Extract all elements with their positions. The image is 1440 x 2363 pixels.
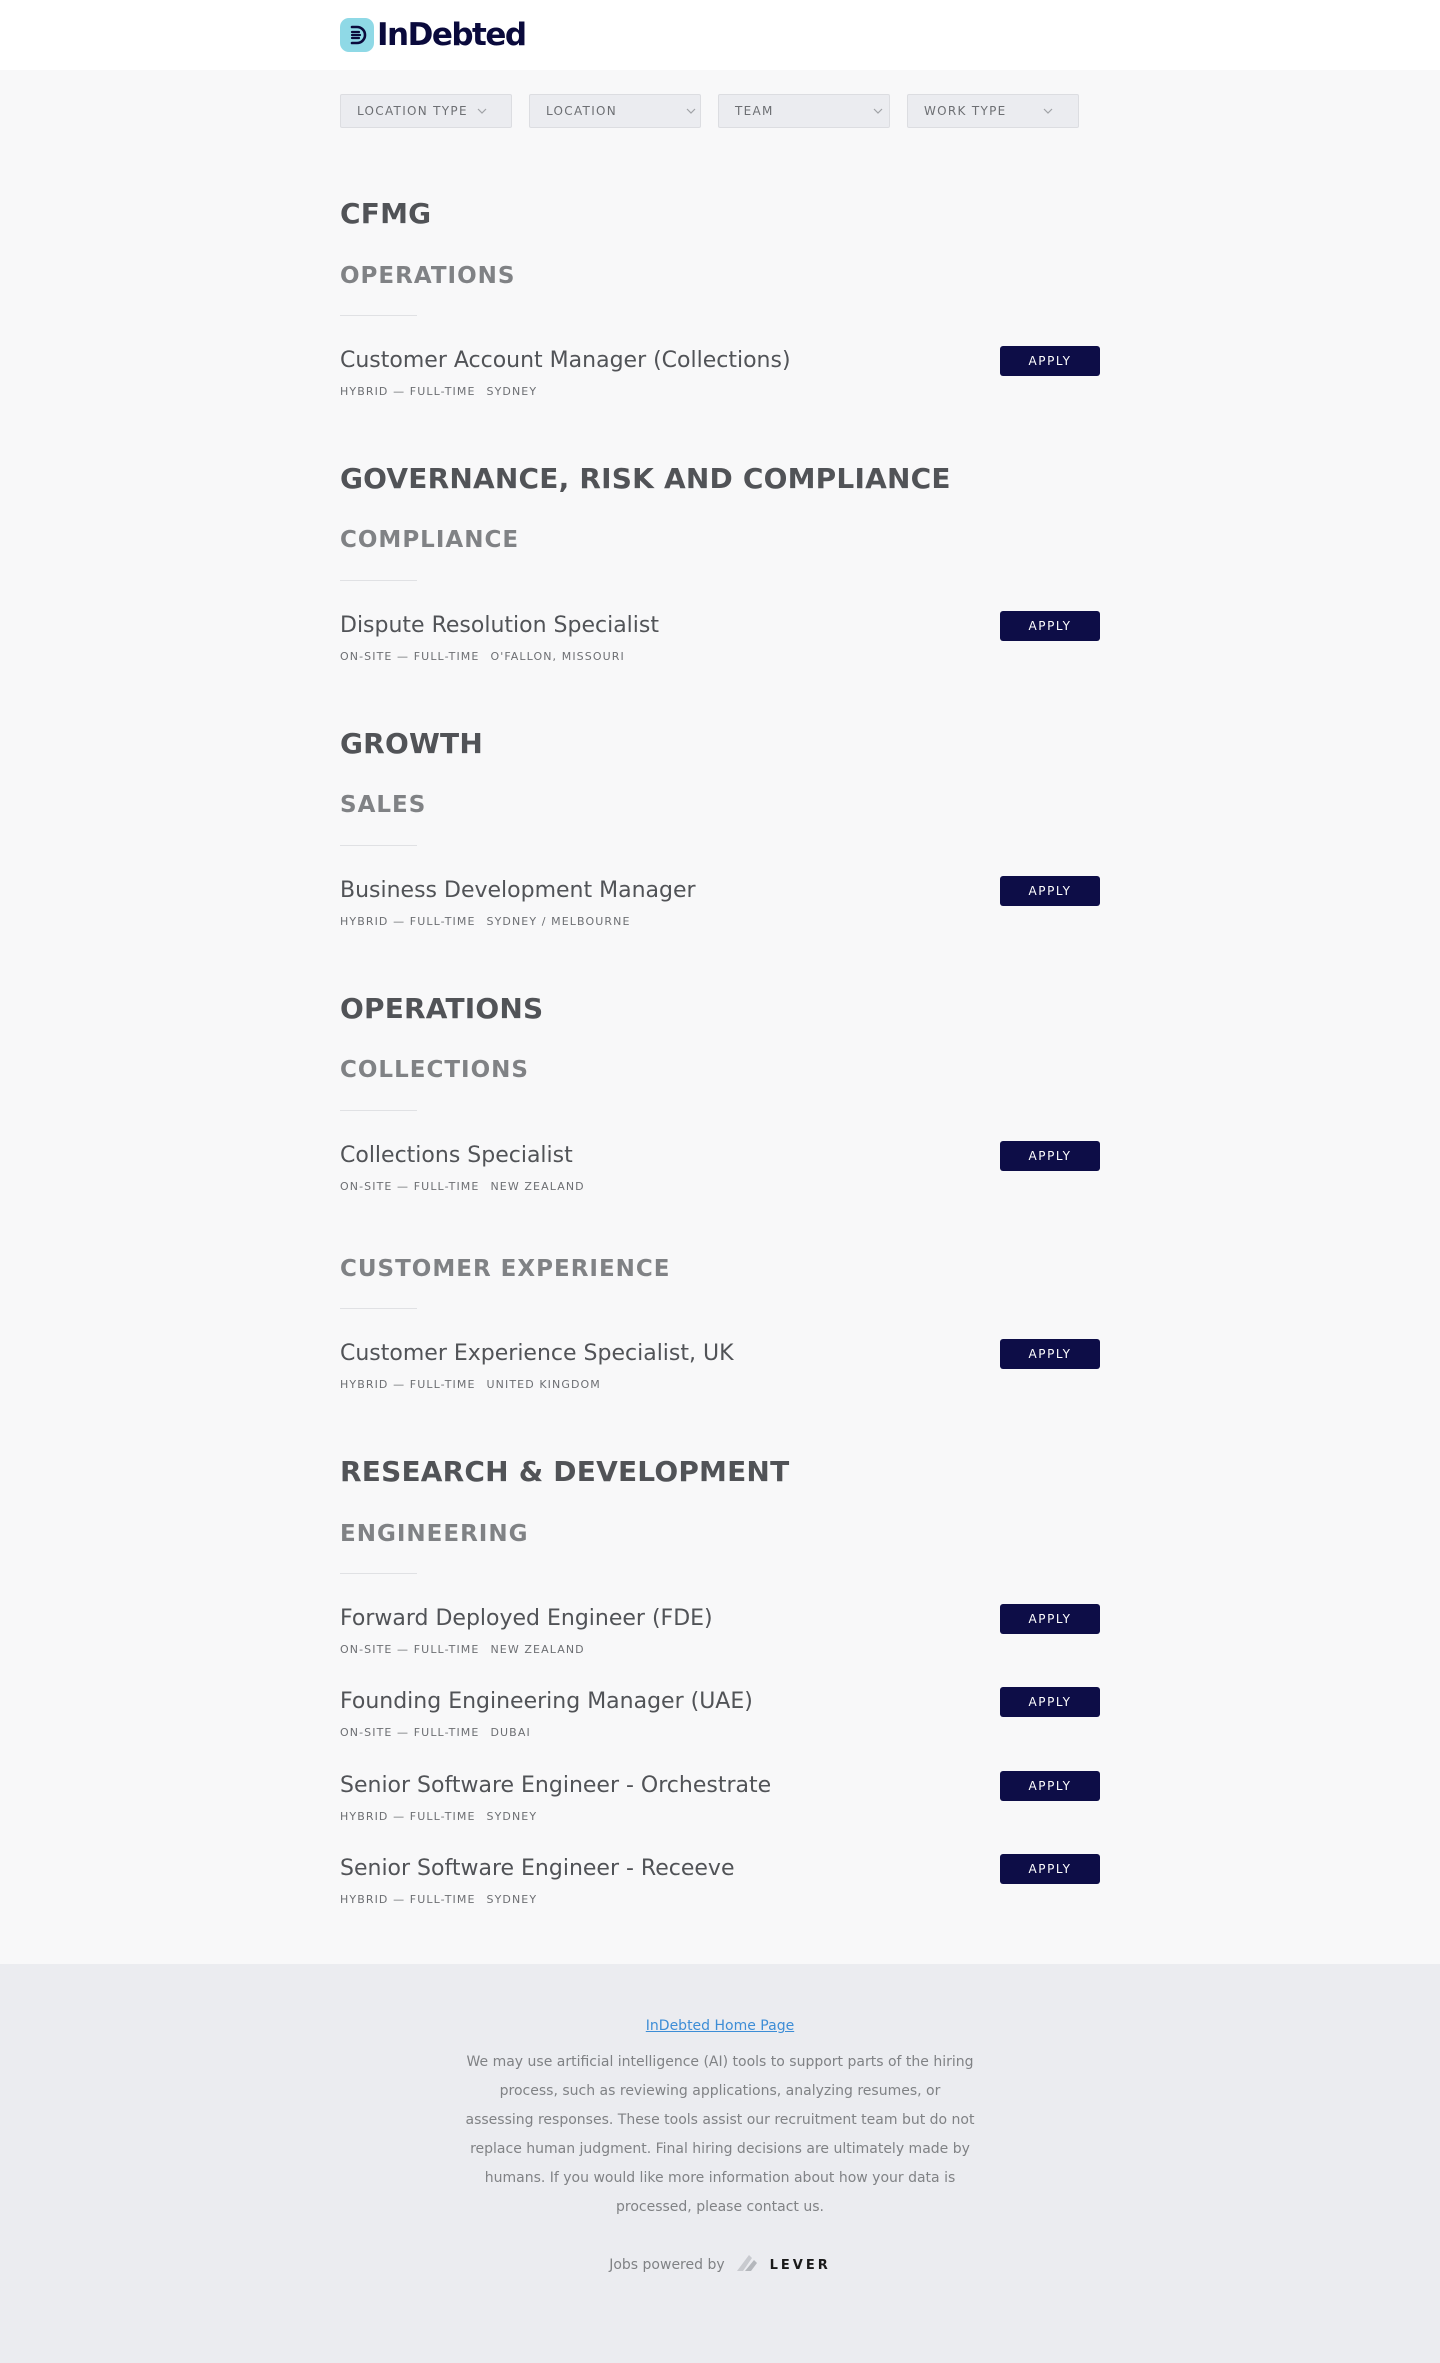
chevron-down-icon xyxy=(477,108,487,114)
posting-commitment: ON-SITE — FULL-TIME xyxy=(340,1643,480,1656)
posting: Forward Deployed Engineer (FDE) ON-SITE … xyxy=(340,1604,1100,1655)
home-page-link-text[interactable]: InDebted Home Page xyxy=(646,2018,794,2034)
divider xyxy=(340,845,417,846)
posting-commitment: HYBRID — FULL-TIME xyxy=(340,1378,476,1391)
posting-meta: HYBRID — FULL-TIME SYDNEY / MELBOURNE xyxy=(340,916,1100,927)
chevron-down-icon xyxy=(1043,108,1053,114)
posting-location: SYDNEY xyxy=(486,385,538,398)
posting-title[interactable]: Founding Engineering Manager (UAE) xyxy=(340,1691,1100,1713)
filter-location[interactable]: LOCATION xyxy=(529,94,701,128)
team-title: OPERATIONS xyxy=(340,263,516,289)
divider xyxy=(340,1308,417,1309)
apply-button[interactable]: APPLY xyxy=(1000,876,1100,906)
posting-commitment: ON-SITE — FULL-TIME xyxy=(340,650,480,663)
divider xyxy=(340,1573,417,1574)
apply-button[interactable]: APPLY xyxy=(1000,1141,1100,1171)
posting-meta: ON-SITE — FULL-TIME NEW ZEALAND xyxy=(340,1181,1100,1192)
home-page-link: InDebted Home Page xyxy=(0,2018,1440,2034)
posting-meta: HYBRID — FULL-TIME SYDNEY xyxy=(340,1894,1100,1905)
apply-button[interactable]: APPLY xyxy=(1000,346,1100,376)
lever-wordmark: LEVER xyxy=(769,2257,831,2273)
lever-logo-icon xyxy=(735,2253,761,2277)
posting: Customer Experience Specialist, UK HYBRI… xyxy=(340,1339,1100,1390)
filter-team[interactable]: TEAM xyxy=(718,94,890,128)
filter-label: TEAM xyxy=(735,104,774,118)
posting: Founding Engineering Manager (UAE) ON-SI… xyxy=(340,1687,1100,1738)
divider xyxy=(340,580,417,581)
site-footer: InDebted Home Page We may use artificial… xyxy=(0,1964,1440,2363)
apply-button[interactable]: APPLY xyxy=(1000,1339,1100,1369)
posting-location: DUBAI xyxy=(490,1726,531,1739)
team-title: COMPLIANCE xyxy=(340,527,520,553)
powered-by-text: Jobs powered by xyxy=(609,2257,725,2273)
posting-commitment: ON-SITE — FULL-TIME xyxy=(340,1180,480,1193)
group-title: GOVERNANCE, RISK AND COMPLIANCE xyxy=(340,462,951,495)
filter-bar: LOCATION TYPE LOCATION TEAM WORK TYPE xyxy=(340,94,1100,128)
posting: Senior Software Engineer - Receeve HYBRI… xyxy=(340,1854,1100,1905)
apply-button[interactable]: APPLY xyxy=(1000,1687,1100,1717)
group-title: GROWTH xyxy=(340,727,483,760)
indebted-logo-icon xyxy=(340,18,374,52)
chevron-down-icon xyxy=(873,108,883,114)
filter-work-type[interactable]: WORK TYPE xyxy=(907,94,1079,128)
posting-meta: HYBRID — FULL-TIME SYDNEY xyxy=(340,1811,1100,1822)
posting-title[interactable]: Collections Specialist xyxy=(340,1145,1100,1167)
apply-button[interactable]: APPLY xyxy=(1000,1604,1100,1634)
filter-location-type[interactable]: LOCATION TYPE xyxy=(340,94,512,128)
posting-location: SYDNEY xyxy=(486,1893,538,1906)
posting: Collections Specialist ON-SITE — FULL-TI… xyxy=(340,1141,1100,1192)
logo-text: InDebted xyxy=(377,17,527,53)
posting-location: NEW ZEALAND xyxy=(490,1180,585,1193)
divider xyxy=(340,315,417,316)
posting-location: UNITED KINGDOM xyxy=(486,1378,601,1391)
divider xyxy=(340,1110,417,1111)
posting-title[interactable]: Senior Software Engineer - Receeve xyxy=(340,1858,1100,1880)
team-title: SALES xyxy=(340,792,427,818)
posting: Customer Account Manager (Collections) H… xyxy=(340,346,1100,397)
posting-title[interactable]: Dispute Resolution Specialist xyxy=(340,615,1100,637)
posting-title[interactable]: Customer Account Manager (Collections) xyxy=(340,350,1100,372)
powered-by: Jobs powered by LEVER xyxy=(0,2253,1440,2277)
posting: Dispute Resolution Specialist ON-SITE — … xyxy=(340,611,1100,662)
posting: Business Development Manager HYBRID — FU… xyxy=(340,876,1100,927)
group-title: OPERATIONS xyxy=(340,992,544,1025)
ai-disclaimer: We may use artificial intelligence (AI) … xyxy=(465,2054,975,2215)
filter-label: WORK TYPE xyxy=(924,104,1007,118)
filter-label: LOCATION xyxy=(546,104,618,118)
posting: Senior Software Engineer - Orchestrate H… xyxy=(340,1771,1100,1822)
posting-meta: ON-SITE — FULL-TIME NEW ZEALAND xyxy=(340,1644,1100,1655)
posting-meta: ON-SITE — FULL-TIME DUBAI xyxy=(340,1727,1100,1738)
apply-button[interactable]: APPLY xyxy=(1000,611,1100,641)
posting-title[interactable]: Senior Software Engineer - Orchestrate xyxy=(340,1775,1100,1797)
posting-meta: HYBRID — FULL-TIME SYDNEY xyxy=(340,386,1100,397)
posting-meta: HYBRID — FULL-TIME UNITED KINGDOM xyxy=(340,1379,1100,1390)
team-title: ENGINEERING xyxy=(340,1521,529,1547)
posting-meta: ON-SITE — FULL-TIME O'FALLON, MISSOURI xyxy=(340,651,1100,662)
site-header: InDebted xyxy=(0,0,1440,70)
postings-area: LOCATION TYPE LOCATION TEAM WORK TYPE CF… xyxy=(340,94,1100,1988)
apply-button[interactable]: APPLY xyxy=(1000,1854,1100,1884)
posting-commitment: HYBRID — FULL-TIME xyxy=(340,1893,476,1906)
group-title: RESEARCH & DEVELOPMENT xyxy=(340,1455,790,1488)
filter-label: LOCATION TYPE xyxy=(357,104,468,118)
indebted-logo[interactable]: InDebted xyxy=(340,17,527,53)
lever-logo[interactable]: LEVER xyxy=(735,2253,831,2277)
posting-location: NEW ZEALAND xyxy=(490,1643,585,1656)
team-title: CUSTOMER EXPERIENCE xyxy=(340,1256,671,1282)
posting-location: O'FALLON, MISSOURI xyxy=(490,650,625,663)
posting-commitment: HYBRID — FULL-TIME xyxy=(340,1810,476,1823)
posting-location: SYDNEY xyxy=(486,1810,538,1823)
chevron-down-icon xyxy=(686,108,696,114)
group-title: CFMG xyxy=(340,197,432,230)
apply-button[interactable]: APPLY xyxy=(1000,1771,1100,1801)
team-title: COLLECTIONS xyxy=(340,1057,529,1083)
posting-title[interactable]: Customer Experience Specialist, UK xyxy=(340,1343,1100,1365)
posting-title[interactable]: Business Development Manager xyxy=(340,880,1100,902)
posting-location: SYDNEY / MELBOURNE xyxy=(486,915,631,928)
posting-title[interactable]: Forward Deployed Engineer (FDE) xyxy=(340,1608,1100,1630)
posting-commitment: HYBRID — FULL-TIME xyxy=(340,385,476,398)
posting-commitment: ON-SITE — FULL-TIME xyxy=(340,1726,480,1739)
posting-commitment: HYBRID — FULL-TIME xyxy=(340,915,476,928)
